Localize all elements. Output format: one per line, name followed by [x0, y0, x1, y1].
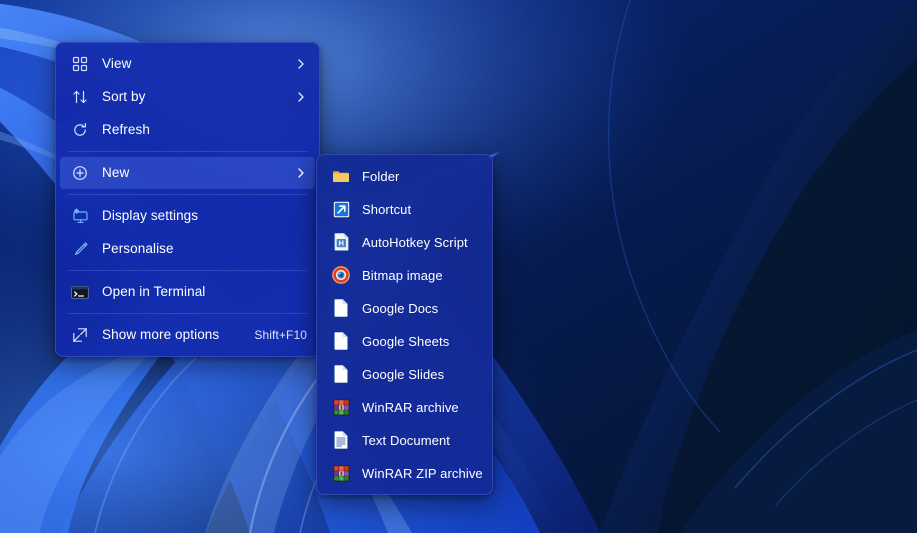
folder-icon [331, 166, 351, 186]
menu-item-personalise[interactable]: Personalise [60, 233, 315, 265]
chevron-right-icon [295, 167, 307, 179]
menu-separator [68, 194, 307, 195]
menu-item-sort-by[interactable]: Sort by [60, 81, 315, 113]
menu-item-label: Open in Terminal [102, 284, 206, 300]
text-document-icon [331, 430, 351, 450]
submenu-item-label: AutoHotkey Script [362, 234, 468, 250]
svg-text:H: H [338, 239, 343, 248]
menu-item-new[interactable]: New [60, 157, 315, 189]
desktop-context-menu[interactable]: View Sort by Refresh New Display setting… [55, 42, 320, 357]
shortcut-arrow-icon [331, 199, 351, 219]
refresh-icon [70, 120, 90, 140]
submenu-item-winrar-zip-archive[interactable]: WinRAR ZIP archive [321, 457, 488, 489]
submenu-item-folder[interactable]: Folder [321, 160, 488, 192]
menu-item-accelerator: Shift+F10 [254, 328, 307, 342]
submenu-item-label: Google Sheets [362, 333, 450, 349]
submenu-item-autohotkey-script[interactable]: H AutoHotkey Script [321, 226, 488, 258]
monitor-gear-icon [70, 206, 90, 226]
paintbrush-icon [70, 239, 90, 259]
menu-separator [68, 313, 307, 314]
submenu-item-label: Text Document [362, 432, 451, 448]
blank-page-icon [331, 298, 351, 318]
submenu-item-google-sheets[interactable]: Google Sheets [321, 325, 488, 357]
menu-item-label: Display settings [102, 208, 199, 224]
menu-item-view[interactable]: View [60, 48, 315, 80]
winrar-archive-icon [331, 397, 351, 417]
menu-item-label: Personalise [102, 241, 174, 257]
terminal-icon [70, 282, 90, 302]
menu-item-refresh[interactable]: Refresh [60, 114, 315, 146]
submenu-item-label: Folder [362, 168, 400, 184]
submenu-item-label: Google Docs [362, 300, 439, 316]
chevron-right-icon [295, 58, 307, 70]
submenu-item-text-document[interactable]: Text Document [321, 424, 488, 456]
submenu-item-label: Google Slides [362, 366, 445, 382]
sort-arrows-icon [70, 87, 90, 107]
menu-item-open-in-terminal[interactable]: Open in Terminal [60, 276, 315, 308]
menu-separator [68, 151, 307, 152]
menu-item-label: Refresh [102, 122, 150, 138]
submenu-item-shortcut[interactable]: Shortcut [321, 193, 488, 225]
submenu-item-google-slides[interactable]: Google Slides [321, 358, 488, 390]
menu-item-label: View [102, 56, 132, 72]
menu-item-label: Show more options [102, 327, 220, 343]
autohotkey-script-icon: H [331, 232, 351, 252]
submenu-item-label: Shortcut [362, 201, 412, 217]
submenu-item-google-docs[interactable]: Google Docs [321, 292, 488, 324]
menu-item-label: New [102, 165, 130, 181]
menu-item-show-more-options[interactable]: Show more options Shift+F10 [60, 319, 315, 351]
menu-item-label: Sort by [102, 89, 146, 105]
submenu-item-bitmap-image[interactable]: Bitmap image [321, 259, 488, 291]
menu-separator [68, 270, 307, 271]
submenu-item-label: WinRAR ZIP archive [362, 465, 483, 481]
view-grid-icon [70, 54, 90, 74]
winrar-zip-archive-icon [331, 463, 351, 483]
submenu-item-label: Bitmap image [362, 267, 443, 283]
plus-circle-icon [70, 163, 90, 183]
chevron-right-icon [295, 91, 307, 103]
menu-item-display-settings[interactable]: Display settings [60, 200, 315, 232]
bitmap-image-icon [331, 265, 351, 285]
submenu-item-winrar-archive[interactable]: WinRAR archive [321, 391, 488, 423]
expand-arrows-icon [70, 325, 90, 345]
submenu-item-label: WinRAR archive [362, 399, 459, 415]
new-submenu[interactable]: Folder Shortcut H AutoHotkey Script Bitm… [316, 154, 493, 495]
blank-page-icon [331, 364, 351, 384]
blank-page-icon [331, 331, 351, 351]
